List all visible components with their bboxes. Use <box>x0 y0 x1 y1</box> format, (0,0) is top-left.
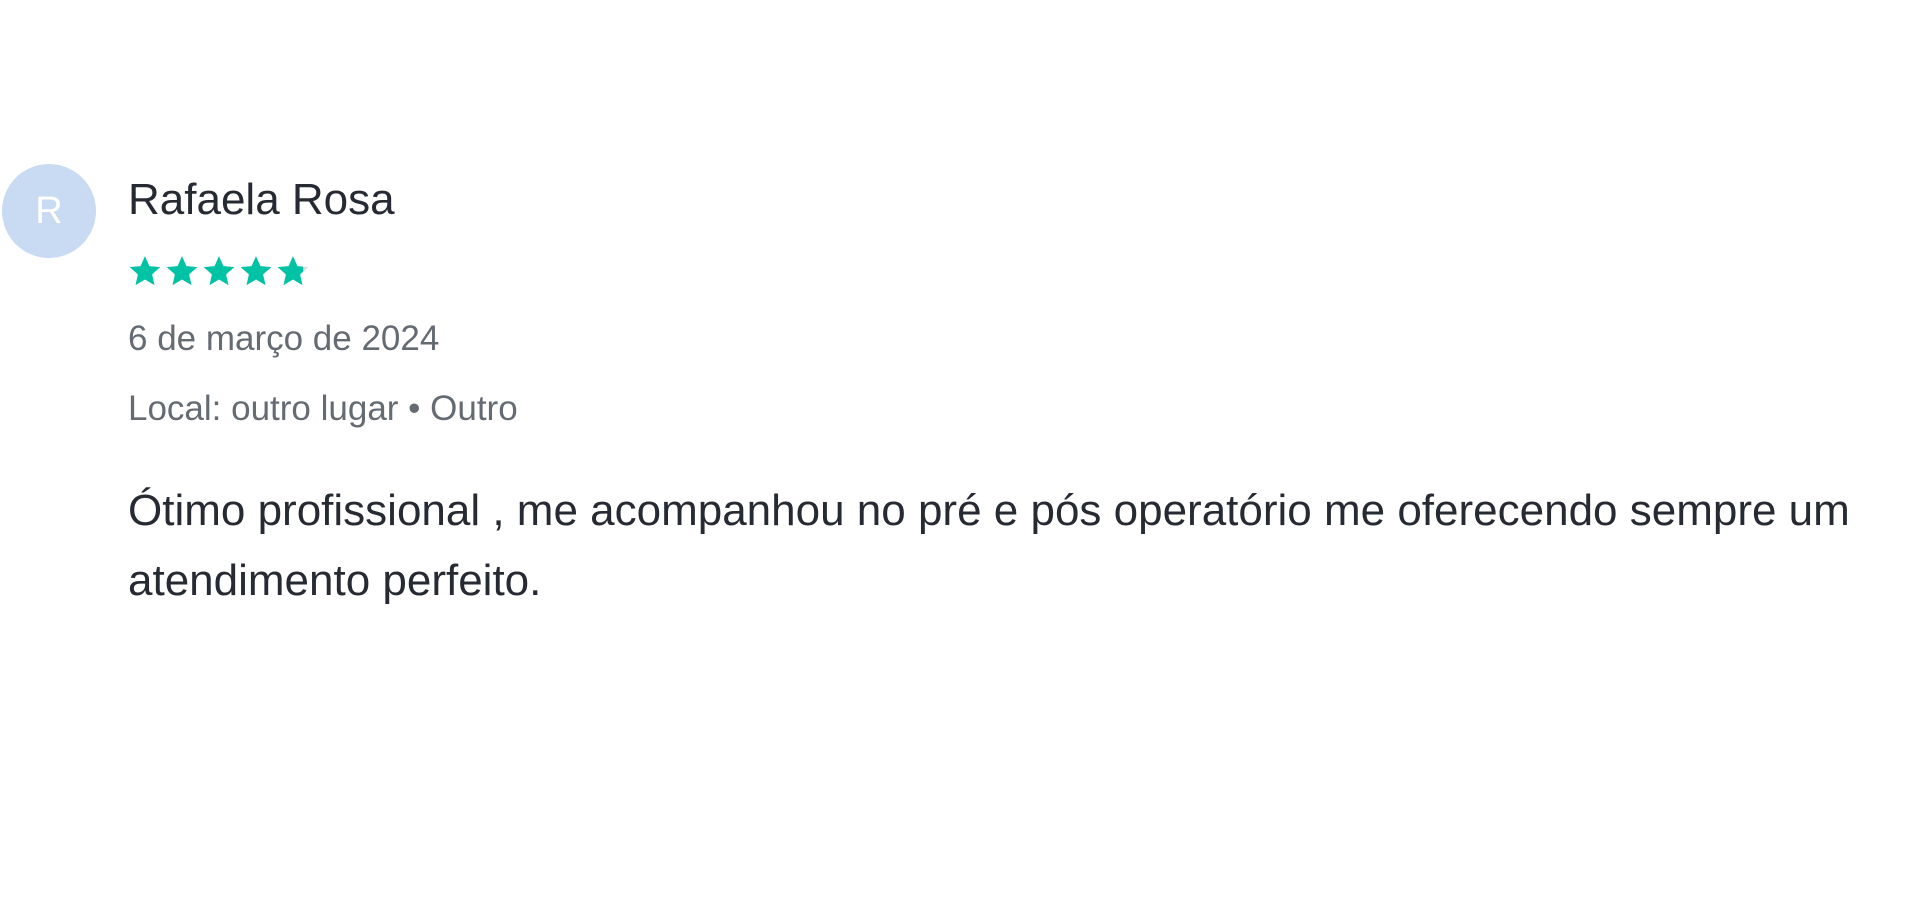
star-icon <box>240 256 272 286</box>
review-date: 6 de março de 2024 <box>128 319 440 358</box>
star-icon <box>129 256 161 286</box>
star-icon <box>166 256 198 286</box>
avatar: R <box>2 164 96 258</box>
reviewer-name: Rafaela Rosa <box>128 175 395 224</box>
star-icon <box>203 256 235 286</box>
review-location: Local: outro lugar • Outro <box>128 389 518 428</box>
review-text: Ótimo profissional , me acompanhou no pr… <box>128 486 1850 605</box>
avatar-initial: R <box>35 190 63 232</box>
star-icon <box>277 256 309 286</box>
star-rating <box>128 252 313 290</box>
review-card: R Rafaela Rosa 6 de março de 2024 Local:… <box>0 164 1920 624</box>
